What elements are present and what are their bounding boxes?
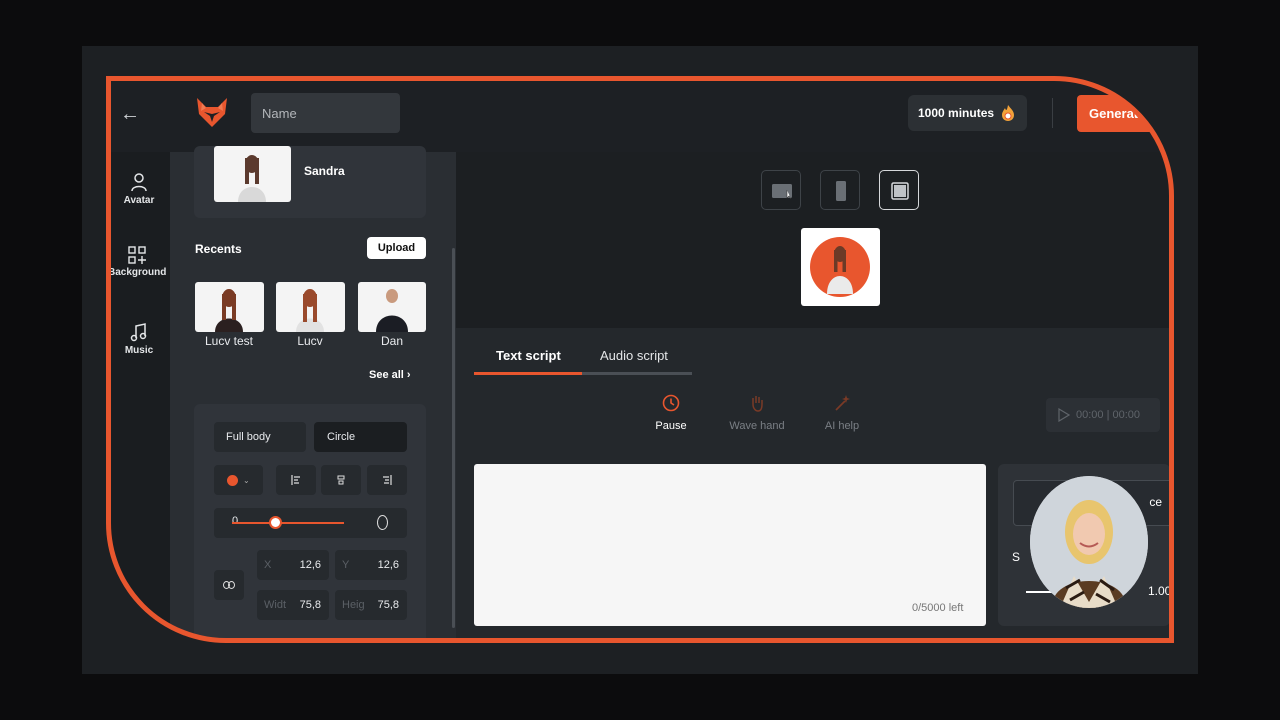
shape-circle-button[interactable]: Circle xyxy=(314,422,407,452)
y-label: Y xyxy=(342,559,350,571)
clock-icon xyxy=(662,394,680,412)
align-right-icon xyxy=(383,475,392,485)
wave-hand-tool-button[interactable]: Wave hand xyxy=(717,394,797,432)
tab-text-script[interactable]: Text script xyxy=(496,348,561,363)
app-window: ← 1000 minutes Generate Avatar xyxy=(108,78,1170,640)
see-all-link[interactable]: See all › xyxy=(369,369,411,381)
back-arrow-icon[interactable]: ← xyxy=(118,102,142,126)
rail-item-music[interactable]: Music xyxy=(108,322,170,356)
height-field[interactable]: Heig 75,8 xyxy=(335,590,407,620)
minutes-balance: 1000 minutes xyxy=(908,95,1027,131)
script-textarea[interactable] xyxy=(474,464,986,626)
chevron-down-icon: ⌄ xyxy=(243,475,250,485)
voice-setting-value: 1.00 xyxy=(1148,584,1170,598)
link-dimensions-button[interactable] xyxy=(214,570,244,600)
selected-avatar-card[interactable]: Sandra xyxy=(194,146,426,218)
top-bar: ← 1000 minutes Generate xyxy=(108,78,1170,152)
timer-text: 00:00 | 00:00 xyxy=(1076,409,1141,421)
align-left-button[interactable] xyxy=(276,465,316,495)
minutes-label: 1000 minutes xyxy=(918,106,995,120)
audio-timer[interactable]: 00:00 | 00:00 xyxy=(1046,398,1160,432)
align-center-button[interactable] xyxy=(321,465,361,495)
grid-plus-icon xyxy=(128,246,146,264)
width-field[interactable]: Widt 75,8 xyxy=(257,590,329,620)
character-counter: 0/5000 left xyxy=(912,602,964,614)
project-name-input[interactable] xyxy=(251,93,400,133)
flame-icon xyxy=(1002,105,1015,121)
music-note-icon xyxy=(130,323,147,342)
portrait-icon xyxy=(836,181,846,201)
presenter-video xyxy=(1030,476,1148,608)
align-center-icon xyxy=(337,475,345,485)
square-ratio-button[interactable] xyxy=(879,170,919,210)
landscape-ratio-button[interactable] xyxy=(761,170,801,210)
fox-logo-icon xyxy=(197,98,227,127)
portrait-ratio-button[interactable] xyxy=(820,170,860,210)
y-position-field[interactable]: Y 12,6 xyxy=(335,550,407,580)
color-swatch xyxy=(227,474,238,486)
height-label: Heig xyxy=(342,599,365,611)
align-right-button[interactable] xyxy=(367,465,407,495)
color-picker[interactable]: ⌄ xyxy=(214,465,263,495)
top-bar-divider xyxy=(1052,98,1053,128)
rail-item-background[interactable]: Background xyxy=(108,246,166,278)
align-left-icon xyxy=(291,475,300,485)
circle-outline-icon xyxy=(377,515,388,530)
pause-tool-button[interactable]: Pause xyxy=(631,394,711,432)
avatar-preview[interactable] xyxy=(801,228,880,306)
width-value: 75,8 xyxy=(299,599,321,611)
slider-track[interactable] xyxy=(232,522,344,524)
recent-avatar-label: Dan xyxy=(380,334,403,348)
shape-full-body-button[interactable]: Full body xyxy=(214,422,306,452)
width-label: Widt xyxy=(264,599,286,611)
rail-item-label: Avatar xyxy=(123,195,155,206)
left-rail: Avatar Background Music xyxy=(108,152,170,640)
see-all-label: See all xyxy=(369,369,404,381)
rail-item-label: Background xyxy=(108,267,167,278)
landscape-icon xyxy=(772,184,792,200)
link-icon xyxy=(223,581,235,589)
recent-avatar-label: Lucv test xyxy=(204,334,254,348)
selected-avatar-name: Sandra xyxy=(304,164,345,178)
recents-heading: Recents xyxy=(195,242,242,256)
avatar-circle-preview xyxy=(810,237,870,297)
rail-item-avatar[interactable]: Avatar xyxy=(108,172,170,206)
slider-handle[interactable] xyxy=(269,516,282,529)
voice-setting-label: S xyxy=(1012,550,1021,564)
y-value: 12,6 xyxy=(377,559,399,571)
recent-avatar-label: Lucv xyxy=(297,334,323,348)
ai-help-tool-button[interactable]: AI help xyxy=(802,394,882,432)
slider-min-label: 0 xyxy=(232,515,239,527)
tab-active-indicator xyxy=(474,372,582,375)
panel-scrollbar[interactable] xyxy=(452,248,455,628)
chevron-right-icon: › xyxy=(406,369,411,381)
avatar-properties: Full body Circle ⌄ 0 X 12,6 Y 12,6 Widt … xyxy=(194,404,426,640)
x-value: 12,6 xyxy=(299,559,321,571)
recent-avatar-thumbnail[interactable] xyxy=(195,282,264,332)
generate-button[interactable]: Generate xyxy=(1077,95,1167,132)
x-label: X xyxy=(264,559,272,571)
avatar-thumbnail xyxy=(214,146,291,202)
play-icon xyxy=(1058,408,1070,422)
tool-label: AI help xyxy=(824,420,860,432)
recent-avatar-thumbnail[interactable] xyxy=(358,282,426,332)
presenter-webcam xyxy=(1030,476,1148,608)
recent-avatar-thumbnail[interactable] xyxy=(276,282,345,332)
user-icon xyxy=(131,173,147,192)
square-icon xyxy=(891,182,909,200)
rail-item-label: Music xyxy=(124,345,154,356)
tab-audio-script[interactable]: Audio script xyxy=(600,348,668,363)
height-value: 75,8 xyxy=(377,599,399,611)
upload-button[interactable]: Upload xyxy=(367,237,426,259)
magic-wand-icon xyxy=(835,395,850,411)
tool-label: Wave hand xyxy=(729,420,785,432)
avatar-panel: Sandra Recents Upload Lucv test Lucv Dan… xyxy=(170,146,456,640)
hand-icon xyxy=(752,396,763,412)
tool-label: Pause xyxy=(655,420,687,432)
x-position-field[interactable]: X 12,6 xyxy=(257,550,329,580)
